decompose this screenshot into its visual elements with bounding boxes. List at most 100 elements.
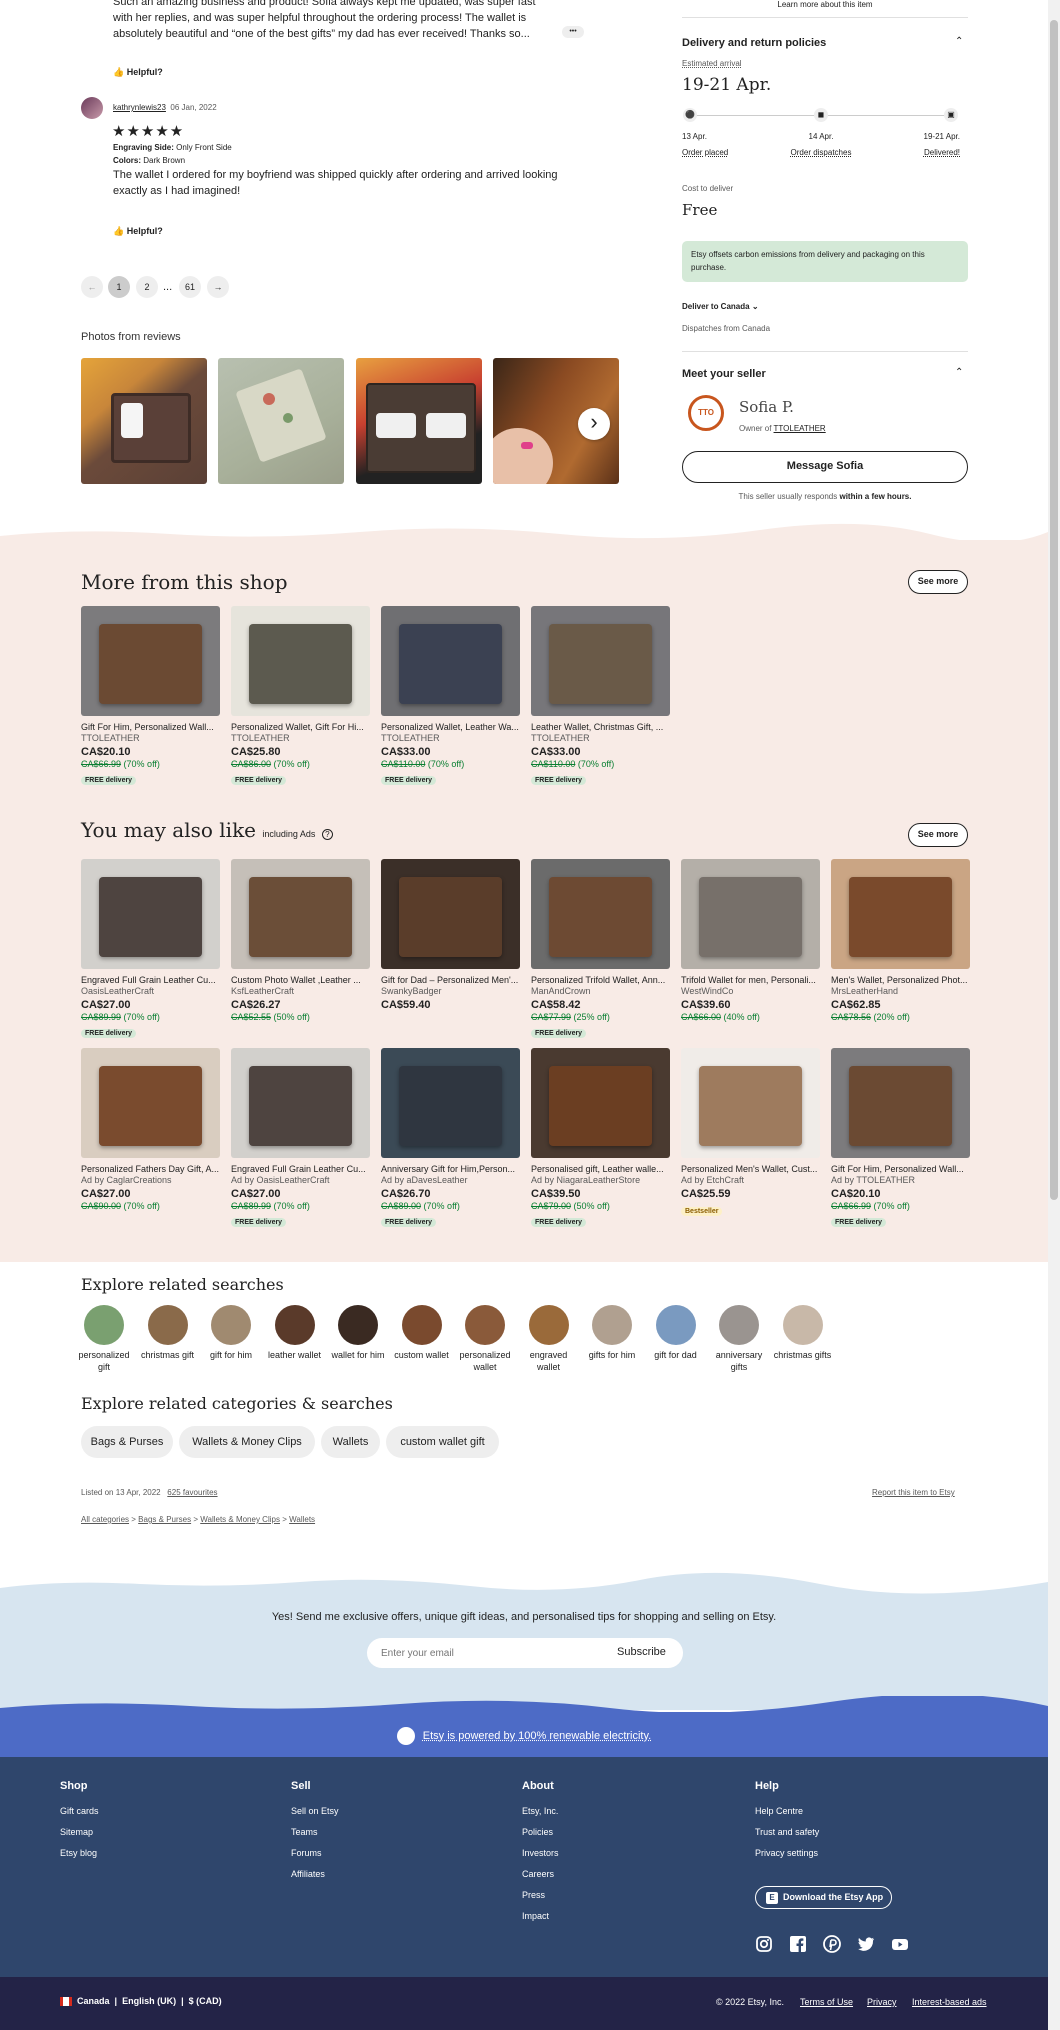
twitter-icon[interactable] — [857, 1935, 875, 1953]
related-search-item[interactable]: gift for him — [201, 1305, 261, 1361]
product-card[interactable]: Gift for Dad – Personalized Men'... Swank… — [381, 859, 520, 1011]
footer-link[interactable]: Privacy settings — [755, 1848, 819, 1858]
step-label[interactable]: Order dispatches — [780, 148, 862, 157]
product-card[interactable]: Personalized Wallet, Leather Wa... TTOLEA… — [381, 606, 520, 787]
related-search-thumb[interactable] — [274, 1305, 315, 1345]
product-image[interactable] — [81, 606, 220, 716]
product-title[interactable]: Personalized Wallet, Leather Wa... — [381, 722, 520, 732]
breadcrumb-item[interactable]: All categories — [81, 1515, 129, 1524]
breadcrumb-item[interactable]: Wallets & Money Clips — [200, 1515, 280, 1524]
product-card[interactable]: Personalized Trifold Wallet, Ann... ManAn… — [531, 859, 670, 1040]
report-link[interactable]: Report this item to Etsy — [872, 1488, 955, 1497]
review-photo[interactable] — [356, 358, 482, 484]
footer-link[interactable]: Policies — [522, 1827, 559, 1837]
category-pill[interactable]: Wallets & Money Clips — [179, 1426, 315, 1458]
footer-link[interactable]: Gift cards — [60, 1806, 99, 1816]
related-search-item[interactable]: personalized wallet — [455, 1305, 515, 1373]
footer-link[interactable]: Sell on Etsy — [291, 1806, 339, 1816]
footer-link[interactable]: Sitemap — [60, 1827, 99, 1837]
product-card[interactable]: Custom Photo Wallet ,Leather ... KsfLeath… — [231, 859, 370, 1022]
step-label[interactable]: Delivered! — [900, 148, 960, 157]
facebook-icon[interactable] — [789, 1935, 807, 1953]
renewable-text[interactable]: Etsy is powered by 100% renewable electr… — [0, 1727, 1048, 1745]
interest-ads-link[interactable]: Interest-based ads — [912, 1997, 987, 2007]
product-title[interactable]: Personalized Fathers Day Gift, A... — [81, 1164, 220, 1174]
next-photo-button[interactable]: › — [578, 408, 610, 440]
product-title[interactable]: Engraved Full Grain Leather Cu... — [81, 975, 220, 985]
learn-more-link[interactable]: Learn more about this item — [682, 0, 968, 9]
category-pill[interactable]: Wallets — [321, 1426, 380, 1458]
footer-link[interactable]: Help Centre — [755, 1806, 819, 1816]
footer-link[interactable]: Affiliates — [291, 1869, 339, 1879]
scrollbar-thumb[interactable] — [1050, 20, 1058, 1200]
related-search-thumb[interactable] — [338, 1305, 378, 1345]
prev-page-button[interactable]: ← — [81, 276, 103, 298]
footer-link[interactable]: Teams — [291, 1827, 339, 1837]
related-search-thumb[interactable] — [592, 1305, 632, 1345]
product-title[interactable]: Anniversary Gift for Him,Person... — [381, 1164, 520, 1174]
see-more-button[interactable]: See more — [908, 823, 968, 847]
related-search-item[interactable]: custom wallet — [392, 1305, 452, 1361]
product-image[interactable] — [531, 859, 670, 969]
related-search-item[interactable]: christmas gifts — [773, 1305, 833, 1361]
product-card[interactable]: Trifold Wallet for men, Personali... West… — [681, 859, 820, 1022]
category-pill[interactable]: custom wallet gift — [386, 1426, 499, 1458]
product-title[interactable]: Gift for Dad – Personalized Men'... — [381, 975, 520, 985]
shop-logo[interactable]: TTO — [688, 395, 724, 431]
product-title[interactable]: Personalized Men's Wallet, Cust... — [681, 1164, 820, 1174]
product-image[interactable] — [381, 859, 520, 969]
footer-link[interactable]: Press — [522, 1890, 559, 1900]
related-search-item[interactable]: personalized gift — [74, 1305, 134, 1373]
product-title[interactable]: Leather Wallet, Christmas Gift, ... — [531, 722, 670, 732]
product-title[interactable]: Men's Wallet, Personalized Phot... — [831, 975, 970, 985]
chevron-up-icon[interactable]: ⌃ — [955, 36, 963, 47]
terms-link[interactable]: Terms of Use — [800, 1997, 853, 2007]
related-search-item[interactable]: wallet for him — [328, 1305, 388, 1361]
related-search-item[interactable]: gifts for him — [582, 1305, 642, 1361]
page-61-button[interactable]: 61 — [179, 276, 201, 298]
related-search-thumb[interactable] — [401, 1305, 442, 1345]
related-search-item[interactable]: christmas gift — [138, 1305, 198, 1361]
privacy-link[interactable]: Privacy — [867, 1997, 897, 2007]
locale-settings[interactable]: Canada | English (UK) | $ (CAD) — [60, 1996, 222, 2007]
related-search-thumb[interactable] — [655, 1305, 696, 1345]
review-photo[interactable] — [218, 358, 344, 484]
delivery-title[interactable]: Delivery and return policies — [682, 37, 826, 49]
product-image[interactable] — [381, 606, 520, 716]
product-title[interactable]: Personalized Wallet, Gift For Hi... — [231, 722, 370, 732]
instagram-icon[interactable] — [755, 1935, 773, 1953]
subscribe-button[interactable]: Subscribe — [617, 1646, 666, 1658]
product-title[interactable]: Personalised gift, Leather walle... — [531, 1164, 670, 1174]
product-card[interactable]: Anniversary Gift for Him,Person... Ad by … — [381, 1048, 520, 1229]
product-card[interactable]: Gift For Him, Personalized Wall... Ad by … — [831, 1048, 970, 1229]
product-image[interactable] — [231, 1048, 370, 1158]
footer-link[interactable]: Impact — [522, 1911, 559, 1921]
product-card[interactable]: Personalized Fathers Day Gift, A... Ad by… — [81, 1048, 220, 1211]
product-image[interactable] — [681, 859, 820, 969]
email-input[interactable] — [381, 1645, 581, 1661]
product-image[interactable] — [81, 859, 220, 969]
product-image[interactable] — [531, 1048, 670, 1158]
footer-link[interactable]: Careers — [522, 1869, 559, 1879]
product-card[interactable]: Leather Wallet, Christmas Gift, ... TTOLE… — [531, 606, 670, 787]
product-title[interactable]: Custom Photo Wallet ,Leather ... — [231, 975, 370, 985]
deliver-to-select[interactable]: Deliver to Canada ⌄ — [682, 302, 759, 311]
related-search-thumb[interactable] — [782, 1305, 823, 1345]
help-icon[interactable]: ? — [321, 829, 333, 840]
related-search-item[interactable]: leather wallet — [265, 1305, 325, 1361]
product-title[interactable]: Personalized Trifold Wallet, Ann... — [531, 975, 670, 985]
product-image[interactable] — [681, 1048, 820, 1158]
favourites-link[interactable]: 625 favourites — [167, 1488, 217, 1497]
breadcrumb-item[interactable]: Bags & Purses — [138, 1515, 191, 1524]
email-field[interactable]: Subscribe — [367, 1638, 683, 1668]
footer-link[interactable]: Investors — [522, 1848, 559, 1858]
footer-link[interactable]: Trust and safety — [755, 1827, 819, 1837]
footer-link[interactable]: Forums — [291, 1848, 339, 1858]
chevron-up-icon[interactable]: ⌃ — [955, 367, 963, 378]
related-search-thumb[interactable] — [147, 1305, 188, 1345]
page-2-button[interactable]: 2 — [136, 276, 158, 298]
product-card[interactable]: Personalised gift, Leather walle... Ad by… — [531, 1048, 670, 1229]
product-image[interactable] — [231, 859, 370, 969]
related-search-item[interactable]: gift for dad — [646, 1305, 706, 1361]
see-more-button[interactable]: See more — [908, 570, 968, 594]
